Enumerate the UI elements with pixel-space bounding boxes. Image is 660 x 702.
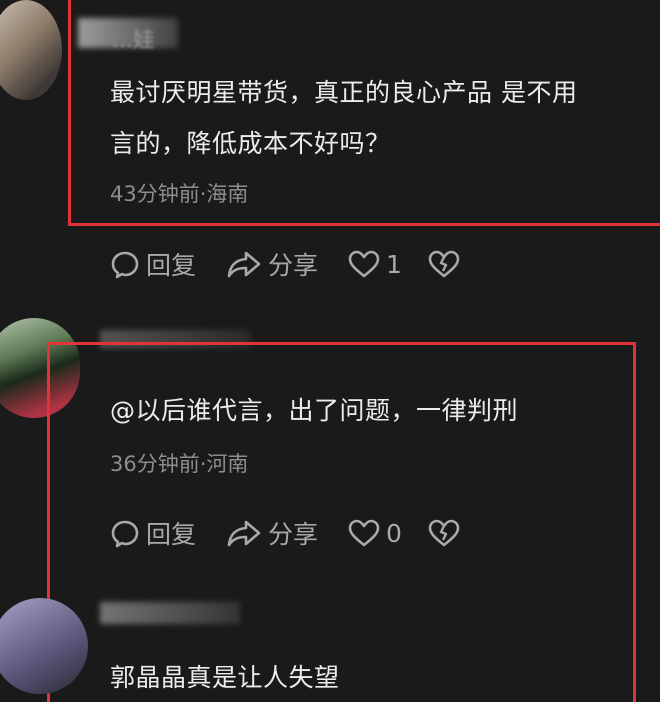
like-icon (348, 250, 380, 278)
reply-label: 回复 (146, 251, 197, 280)
avatar[interactable] (0, 0, 62, 100)
dislike-icon (428, 250, 460, 278)
share-label: 分享 (268, 251, 319, 280)
reply-icon (111, 251, 139, 279)
like-count: 1 (386, 249, 402, 279)
like-button[interactable]: 0 (348, 518, 402, 548)
share-button[interactable]: 分享 (226, 246, 318, 282)
like-icon (348, 519, 380, 547)
comment-actions: 回复 分享 0 (110, 515, 496, 551)
comment-text-line1: 最讨厌明星带货，真正的良心产品 是不用 (110, 78, 578, 107)
reply-button[interactable]: 回复 (110, 515, 196, 551)
dislike-icon (428, 519, 460, 547)
comment-text: 郭晶晶真是让人失望 (110, 663, 340, 692)
reply-icon (111, 520, 139, 548)
comment-meta: 36分钟前·河南 (110, 452, 249, 476)
reply-button[interactable]: 回复 (110, 246, 196, 282)
comment-actions: 回复 分享 1 (110, 246, 496, 282)
comment-text-line2: 言的，降低成本不好吗？ (110, 129, 391, 158)
like-count: 0 (386, 518, 402, 548)
reply-label: 回复 (146, 520, 197, 549)
share-button[interactable]: 分享 (226, 515, 318, 551)
comment-meta: 43分钟前·海南 (110, 182, 249, 206)
share-label: 分享 (268, 520, 319, 549)
dislike-button[interactable] (428, 518, 466, 548)
username-blurred[interactable] (100, 602, 240, 624)
share-icon (227, 251, 261, 278)
comment-text: @以后谁代言，出了问题，一律判刑 (110, 396, 519, 425)
share-icon (227, 520, 261, 547)
dislike-button[interactable] (428, 249, 466, 279)
like-button[interactable]: 1 (348, 249, 402, 279)
